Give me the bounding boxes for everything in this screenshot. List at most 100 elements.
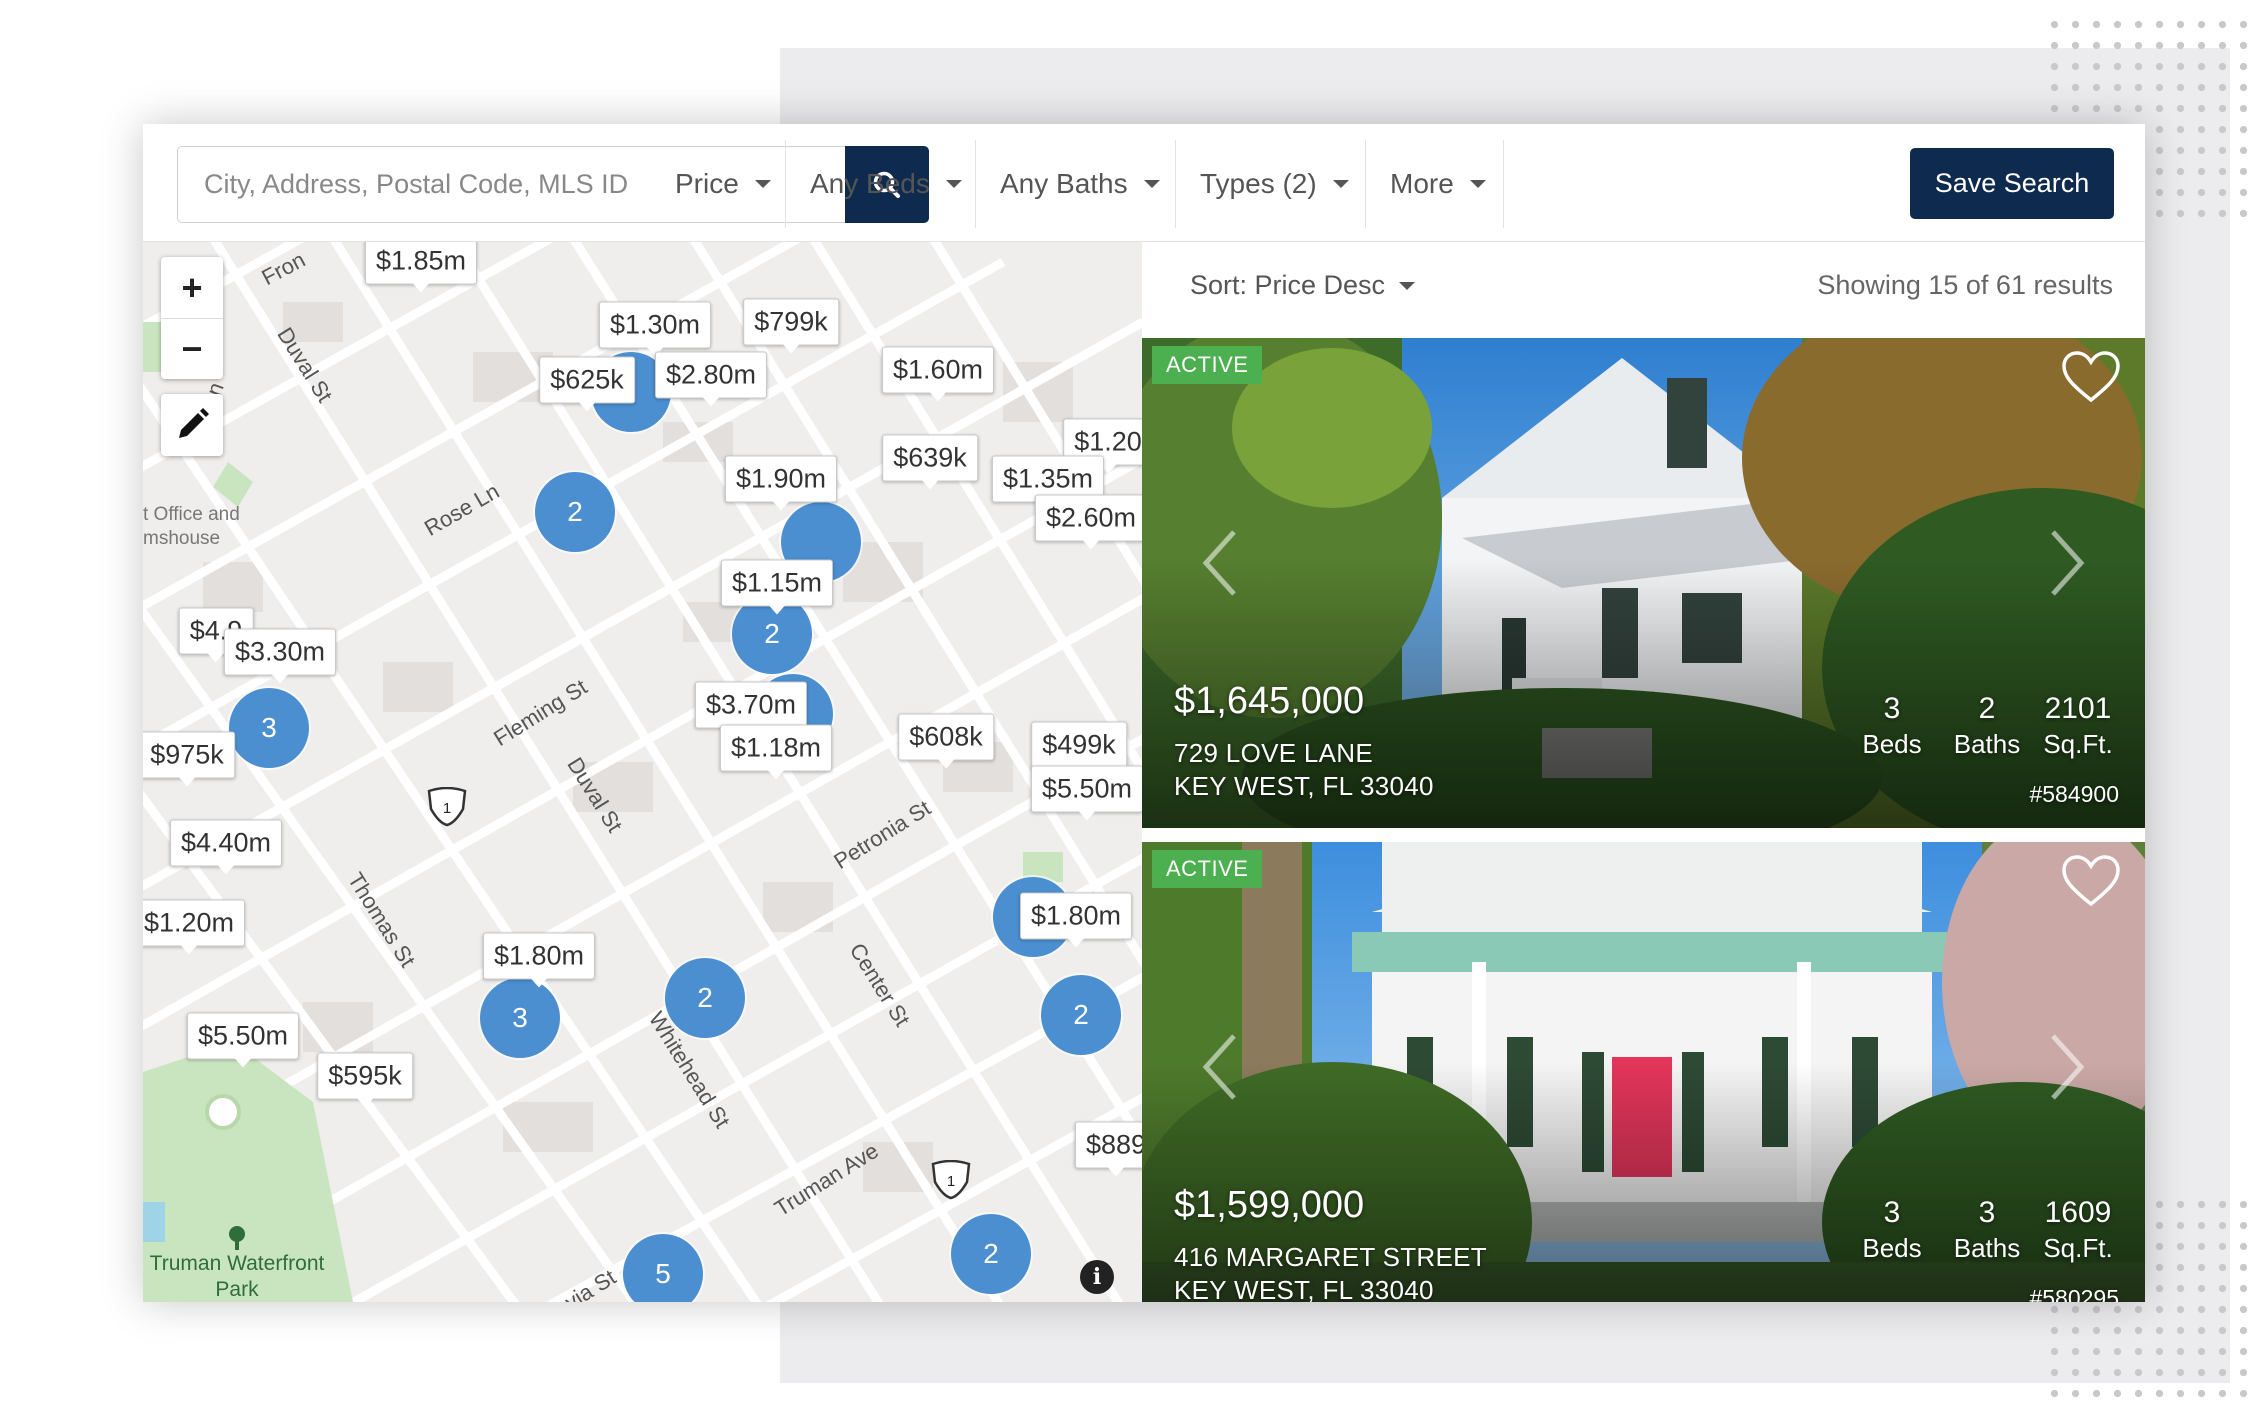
filter-label: Any Baths — [1000, 168, 1128, 199]
caret-down-icon — [1399, 281, 1416, 290]
next-photo-icon[interactable] — [2047, 1032, 2087, 1102]
sort-label: Sort: Price Desc — [1190, 270, 1386, 300]
price-marker[interactable]: $608k — [898, 713, 994, 769]
filter-label: Price — [675, 168, 739, 199]
filter-label: Any Beds — [810, 168, 930, 199]
listing-cluster[interactable]: 2 — [951, 1214, 1031, 1294]
price-marker[interactable]: $2.80m — [654, 351, 768, 407]
route-number: 1 — [443, 800, 451, 817]
price-marker[interactable]: $1.30m — [598, 301, 712, 357]
route-shield-icon: 1 — [427, 787, 467, 827]
beds-filter-dropdown[interactable]: Any Beds — [810, 140, 962, 228]
price-marker[interactable]: $889 — [1074, 1121, 1142, 1177]
pencil-icon — [179, 408, 209, 438]
favorite-heart-icon[interactable] — [2061, 854, 2121, 908]
baths-stat: 3 Baths — [1947, 1196, 2027, 1264]
filter-label: Types (2) — [1200, 168, 1317, 199]
divider — [785, 140, 786, 228]
listing-cluster[interactable]: 2 — [535, 472, 615, 552]
status-badge: ACTIVE — [1152, 346, 1263, 384]
tree-icon — [229, 1226, 245, 1250]
sqft-stat: 2101 Sq.Ft. — [2038, 692, 2118, 760]
listing-address: 416 MARGARET STREET — [1174, 1242, 1487, 1272]
listing-address: 729 LOVE LANE — [1174, 738, 1374, 768]
results-panel: Sort: Price Desc Showing 15 of 61 result… — [1142, 242, 2145, 1302]
price-marker[interactable]: $1.80m — [1019, 892, 1133, 948]
previous-photo-icon[interactable] — [1200, 528, 1240, 598]
listing-cluster[interactable]: 3 — [480, 978, 560, 1058]
divider — [1365, 140, 1366, 228]
price-marker[interactable]: $1.18m — [719, 724, 833, 780]
types-filter-dropdown[interactable]: Types (2) — [1200, 140, 1349, 228]
poi-label: mshouse — [143, 528, 221, 549]
next-photo-icon[interactable] — [2047, 528, 2087, 598]
price-marker[interactable]: $625k — [539, 356, 635, 412]
zoom-out-button[interactable]: − — [161, 318, 223, 379]
map-view[interactable]: Fron Duval St Rose Ln Fleming St Duval S… — [143, 242, 1142, 1302]
more-filter-dropdown[interactable]: More — [1390, 140, 1486, 228]
listing-card[interactable]: ACTIVE $1,645,000 729 LOVE LANE KEY WEST… — [1142, 338, 2145, 828]
route-shield-icon: 1 — [931, 1160, 971, 1200]
listing-cluster[interactable]: 2 — [1041, 975, 1121, 1055]
price-marker[interactable]: $1.90m — [724, 455, 838, 511]
price-marker[interactable]: $3.70m — [694, 681, 808, 737]
divider — [975, 140, 976, 228]
price-marker[interactable]: $4.40m — [169, 819, 283, 875]
listing-city: KEY WEST, FL 33040 — [1174, 771, 1434, 801]
sqft-count: 2101 — [2044, 692, 2112, 725]
save-search-button[interactable]: Save Search — [1910, 148, 2114, 219]
price-marker[interactable]: $975k — [143, 731, 235, 787]
baths-count: 3 — [1978, 1196, 1996, 1229]
caret-down-icon — [1143, 180, 1160, 188]
price-filter-dropdown[interactable]: Price — [675, 140, 771, 228]
beds-label: Beds — [1862, 729, 1922, 759]
beds-count: 3 — [1883, 1196, 1901, 1229]
price-marker[interactable]: $595k — [317, 1052, 413, 1108]
price-marker[interactable]: $499k — [1031, 721, 1127, 777]
listing-cluster[interactable]: 3 — [229, 688, 309, 768]
price-marker[interactable]: $1.85m — [364, 242, 478, 293]
price-marker[interactable]: $2.60m — [1034, 494, 1142, 550]
baths-label: Baths — [1953, 729, 2021, 759]
park-label: Truman Waterfront Park — [147, 1225, 327, 1302]
baths-label: Baths — [1953, 1233, 2021, 1263]
search-toolbar: Price Any Beds Any Baths Types (2) More … — [143, 124, 2145, 242]
baths-filter-dropdown[interactable]: Any Baths — [1000, 140, 1160, 228]
sqft-count: 1609 — [2044, 1196, 2112, 1229]
listing-price: $1,645,000 — [1174, 680, 1365, 722]
price-marker[interactable]: $639k — [882, 434, 978, 490]
sort-dropdown[interactable]: Sort: Price Desc — [1190, 270, 1416, 301]
listing-card[interactable]: ACTIVE $1,599,000 416 MARGARET STREET KE… — [1142, 842, 2145, 1302]
baths-stat: 2 Baths — [1947, 692, 2027, 760]
sqft-label: Sq.Ft. — [2043, 1233, 2113, 1263]
zoom-control: + − — [161, 257, 223, 379]
price-marker[interactable]: $1.15m — [720, 559, 834, 615]
divider — [1175, 140, 1176, 228]
results-count: Showing 15 of 61 results — [1817, 270, 2113, 300]
caret-down-icon — [754, 180, 771, 188]
price-marker[interactable]: $5.50m — [186, 1012, 300, 1068]
listing-cluster[interactable]: 2 — [665, 958, 745, 1038]
previous-photo-icon[interactable] — [1200, 1032, 1240, 1102]
price-marker[interactable]: $1.60m — [881, 346, 995, 402]
route-number: 1 — [947, 1173, 955, 1190]
caret-down-icon — [945, 180, 962, 188]
price-marker[interactable]: $5.50m — [1030, 765, 1142, 821]
map-info-button[interactable]: i — [1080, 1260, 1114, 1294]
draw-area-button[interactable] — [161, 394, 223, 456]
price-marker[interactable]: $1.80m — [482, 932, 596, 988]
listing-price: $1,599,000 — [1174, 1184, 1365, 1226]
zoom-in-button[interactable]: + — [161, 257, 223, 318]
caret-down-icon — [1469, 180, 1486, 188]
filter-label: More — [1390, 168, 1454, 199]
price-marker[interactable]: $799k — [743, 298, 839, 354]
caret-down-icon — [1332, 180, 1349, 188]
sqft-stat: 1609 Sq.Ft. — [2038, 1196, 2118, 1264]
price-marker[interactable]: $3.30m — [223, 628, 337, 684]
divider — [1503, 140, 1504, 228]
beds-stat: 3 Beds — [1862, 692, 1922, 760]
beds-label: Beds — [1862, 1233, 1922, 1263]
sqft-label: Sq.Ft. — [2043, 729, 2113, 759]
favorite-heart-icon[interactable] — [2061, 350, 2121, 404]
price-marker[interactable]: $1.20m — [143, 899, 246, 955]
